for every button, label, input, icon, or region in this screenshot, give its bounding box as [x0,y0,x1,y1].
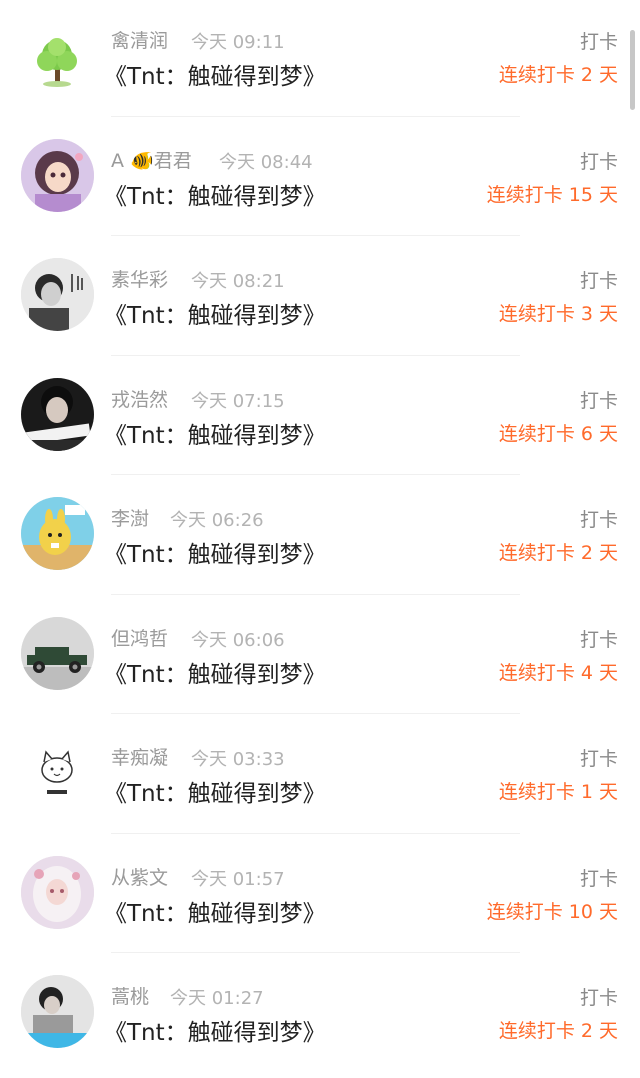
book-title: 《Tnt：触碰得到梦》 [104,64,326,90]
checkin-time: 今天 07:15 [191,390,285,412]
checkin-label: 打卡 [579,987,618,1009]
checkin-time: 今天 03:33 [191,749,285,770]
divider [111,593,520,595]
tree-avatar[interactable] [21,25,94,98]
list-item[interactable]: 蒿桃 今天 01:27 《Tnt：触碰得到梦》 打卡 连续打卡 2 天 [0,956,640,1076]
book-title: 《Tnt：触碰得到梦》 [104,661,326,688]
divider [111,474,520,475]
divider [111,832,520,834]
book-title: 《Tnt：触碰得到梦》 [104,183,326,210]
divider [111,354,520,356]
list-item[interactable]: 从紫文 今天 01:57 《Tnt：触碰得到梦》 打卡 连续打卡 10 天 [0,837,640,957]
checkin-label: 打卡 [579,150,618,173]
white-hair-girl-avatar[interactable] [21,855,94,929]
user-name[interactable]: 李澍 [111,504,149,531]
list-item[interactable]: 但鸿哲 今天 06:06 《Tnt：触碰得到梦》 打卡 连续打卡 4 天 [0,598,640,718]
list-item[interactable]: 戎浩然 今天 07:15 《Tnt：触碰得到梦》 打卡 连续打卡 6 天 [0,359,640,479]
book-title: 《Tnt：触碰得到梦》 [104,542,326,568]
divider [111,115,520,117]
checkin-time: 今天 06:06 [191,629,285,651]
checkin-label: 打卡 [579,509,618,531]
user-name[interactable]: 禽清润 [111,26,168,53]
divider [111,952,520,953]
book-title: 《Tnt：触碰得到梦》 [104,781,326,807]
book-title: 《Tnt：触碰得到梦》 [104,1020,326,1046]
checkin-time: 今天 01:57 [191,868,285,890]
divider [111,235,520,236]
book-title: 《Tnt：触碰得到梦》 [104,900,326,927]
cartoon-avatar[interactable] [21,497,94,570]
streak-text: 连续打卡 3 天 [498,303,618,325]
book-title: 《Tnt：触碰得到梦》 [104,422,326,449]
checkin-label: 打卡 [579,389,618,412]
list-item[interactable]: 禽清润 今天 09:11 《Tnt：触碰得到梦》 打卡 连续打卡 2 天 [0,0,640,120]
streak-text: 连续打卡 2 天 [498,64,618,86]
anime-girl-avatar[interactable] [21,138,94,212]
checkin-time: 今天 08:44 [219,151,313,173]
streak-text: 连续打卡 6 天 [498,422,618,445]
list-item[interactable]: 李澍 今天 06:26 《Tnt：触碰得到梦》 打卡 连续打卡 2 天 [0,478,640,598]
list-item[interactable]: A 🐠君君 今天 08:44 《Tnt：触碰得到梦》 打卡 连续打卡 15 天 [0,120,640,240]
dark-portrait-avatar[interactable] [21,377,94,451]
list-item[interactable]: 幸痴凝 今天 03:33 《Tnt：触碰得到梦》 打卡 连续打卡 1 天 [0,717,640,837]
scrollbar[interactable] [630,30,635,110]
divider [111,713,520,714]
bw-portrait-avatar[interactable] [21,258,94,331]
checkin-label: 打卡 [579,31,618,53]
streak-text: 连续打卡 1 天 [498,781,618,803]
user-name[interactable]: 从紫文 [111,863,168,890]
streak-text: 连续打卡 4 天 [498,661,618,684]
checkin-time: 今天 01:27 [170,988,264,1009]
checkin-time: 今天 09:11 [191,32,285,53]
book-title: 《Tnt：触碰得到梦》 [104,303,326,329]
cat-sketch-avatar[interactable] [21,736,94,809]
streak-text: 连续打卡 2 天 [498,1020,618,1042]
user-name[interactable]: 戎浩然 [111,385,168,412]
checkin-label: 打卡 [579,628,618,651]
user-name[interactable]: A 🐠君君 [111,146,192,173]
checkin-label: 打卡 [579,867,618,890]
streak-text: 连续打卡 10 天 [486,900,618,923]
user-name[interactable]: 幸痴凝 [111,743,168,770]
checkin-time: 今天 08:21 [191,271,285,292]
vintage-car-avatar[interactable] [21,616,94,690]
checkin-time: 今天 06:26 [170,510,264,531]
user-name[interactable]: 蒿桃 [111,982,149,1009]
streak-text: 连续打卡 15 天 [486,183,618,206]
streak-text: 连续打卡 2 天 [498,542,618,564]
photo-avatar[interactable] [21,975,94,1048]
user-name[interactable]: 素华彩 [111,265,168,292]
checkin-label: 打卡 [579,748,618,770]
user-name[interactable]: 但鸿哲 [111,624,168,651]
list-item[interactable]: 素华彩 今天 08:21 《Tnt：触碰得到梦》 打卡 连续打卡 3 天 [0,239,640,359]
checkin-label: 打卡 [579,270,618,292]
